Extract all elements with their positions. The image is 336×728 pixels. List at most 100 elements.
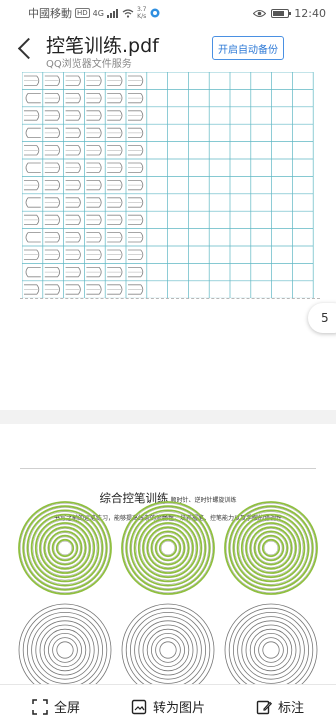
fullscreen-label: 全屏 — [53, 701, 80, 716]
trace-glyph — [86, 110, 102, 121]
trace-glyph — [128, 249, 144, 260]
auto-backup-button[interactable]: 开启自动备份 — [212, 36, 284, 60]
trace-glyph — [65, 232, 81, 243]
image-convert-icon — [131, 699, 147, 714]
trace-glyph — [86, 127, 102, 138]
bottom-toolbar: 全屏 转为图片 标注 — [0, 684, 336, 728]
trace-glyph — [86, 267, 102, 278]
trace-glyph — [25, 162, 41, 173]
trace-glyph — [128, 232, 144, 243]
trace-glyph — [86, 145, 102, 156]
signal-icon: 4G — [92, 8, 104, 18]
trace-glyph — [24, 180, 40, 191]
trace-glyph — [128, 267, 144, 278]
trace-glyph — [107, 267, 123, 278]
page-number-badge[interactable]: 5 — [308, 303, 336, 333]
page-bottom-dashline — [20, 298, 320, 299]
trace-glyph — [107, 110, 123, 121]
trace-glyph — [128, 145, 144, 156]
trace-glyph — [24, 145, 40, 156]
trace-glyph — [24, 214, 40, 225]
annotate-icon — [256, 700, 272, 714]
convert-to-image-label: 转为图片 — [152, 701, 205, 716]
trace-glyph — [128, 127, 144, 138]
pdf-page-5: 综合控笔训练 顺时针、逆时针螺旋训练 书写之前的运笔练习，能够提高线条的流畅性，培… — [0, 424, 336, 684]
trace-glyph — [44, 93, 60, 104]
trace-glyph — [128, 162, 144, 173]
trace-glyph — [128, 284, 144, 295]
trace-glyph — [107, 93, 123, 104]
trace-glyph — [107, 180, 123, 191]
trace-glyph — [44, 127, 60, 138]
trace-glyph — [24, 110, 40, 121]
trace-glyph — [65, 284, 81, 295]
page-title: 控笔训练.pdf — [46, 35, 159, 57]
carrier-name: 中國移動 — [28, 7, 72, 20]
trace-glyph — [65, 75, 81, 86]
trace-glyph — [44, 145, 60, 156]
pdf-viewer[interactable]: 综合控笔训练 顺时针、逆时针螺旋训练 书写之前的运笔练习，能够提高线条的流畅性，培… — [0, 72, 336, 684]
spiral-exercise — [121, 501, 215, 595]
trace-glyph — [65, 127, 81, 138]
trace-glyph — [25, 127, 41, 138]
convert-to-image-button[interactable]: 转为图片 — [112, 685, 224, 728]
spiral-exercise — [224, 603, 318, 684]
trace-glyph — [44, 214, 60, 225]
trace-glyph — [107, 162, 123, 173]
spiral-exercise — [18, 501, 112, 595]
trace-glyph — [107, 197, 123, 208]
trace-glyph — [44, 180, 60, 191]
trace-glyph — [86, 162, 102, 173]
eye-icon — [253, 9, 267, 17]
trace-glyph — [25, 93, 41, 104]
trace-glyph — [44, 267, 60, 278]
hd-badge: HD — [75, 8, 90, 18]
fullscreen-button[interactable]: 全屏 — [0, 685, 112, 728]
fullscreen-icon — [32, 698, 48, 715]
annotate-button[interactable]: 标注 — [224, 685, 336, 728]
trace-glyph — [25, 232, 41, 243]
pdf-page-4 — [0, 72, 336, 410]
trace-glyph — [128, 180, 144, 191]
trace-glyph — [128, 214, 144, 225]
annotate-label: 标注 — [277, 701, 304, 716]
speed-unit: K/s — [137, 13, 147, 20]
page-top-rule — [20, 468, 316, 469]
trace-glyph — [65, 267, 81, 278]
trace-glyph — [128, 93, 144, 104]
clock: 12:40 — [294, 6, 326, 20]
trace-glyph — [86, 232, 102, 243]
spiral-exercise — [224, 501, 318, 595]
trace-glyph — [44, 232, 60, 243]
status-bar: 中國移動 HD 4G 3.7 K/s 12:40 — [0, 0, 336, 26]
network-speed: 3.7 K/s — [137, 6, 147, 20]
wifi-icon — [122, 8, 134, 18]
trace-glyph — [107, 214, 123, 225]
trace-glyph — [44, 162, 60, 173]
trace-glyph — [107, 249, 123, 260]
page-subtitle: QQ浏览器文件服务 — [46, 59, 132, 70]
practice-grid — [22, 72, 314, 298]
trace-glyph — [65, 110, 81, 121]
trace-glyph — [107, 127, 123, 138]
app-notification-icon — [150, 8, 159, 18]
trace-glyph — [44, 249, 60, 260]
trace-glyph — [128, 197, 144, 208]
trace-glyph — [65, 93, 81, 104]
trace-glyph — [65, 214, 81, 225]
trace-glyph — [86, 214, 102, 225]
trace-glyph — [107, 145, 123, 156]
trace-glyph — [128, 75, 144, 86]
trace-glyph — [86, 180, 102, 191]
battery-icon — [271, 8, 292, 18]
trace-glyph — [44, 284, 60, 295]
trace-glyph — [107, 75, 123, 86]
trace-glyph — [65, 249, 81, 260]
back-button[interactable] — [14, 36, 36, 62]
trace-glyph — [25, 267, 41, 278]
trace-glyph — [65, 162, 81, 173]
carrier-group: 中國移動 HD 4G 3.7 K/s — [28, 5, 160, 21]
trace-glyph — [86, 75, 102, 86]
spiral-exercise — [18, 603, 112, 684]
trace-glyph — [86, 93, 102, 104]
